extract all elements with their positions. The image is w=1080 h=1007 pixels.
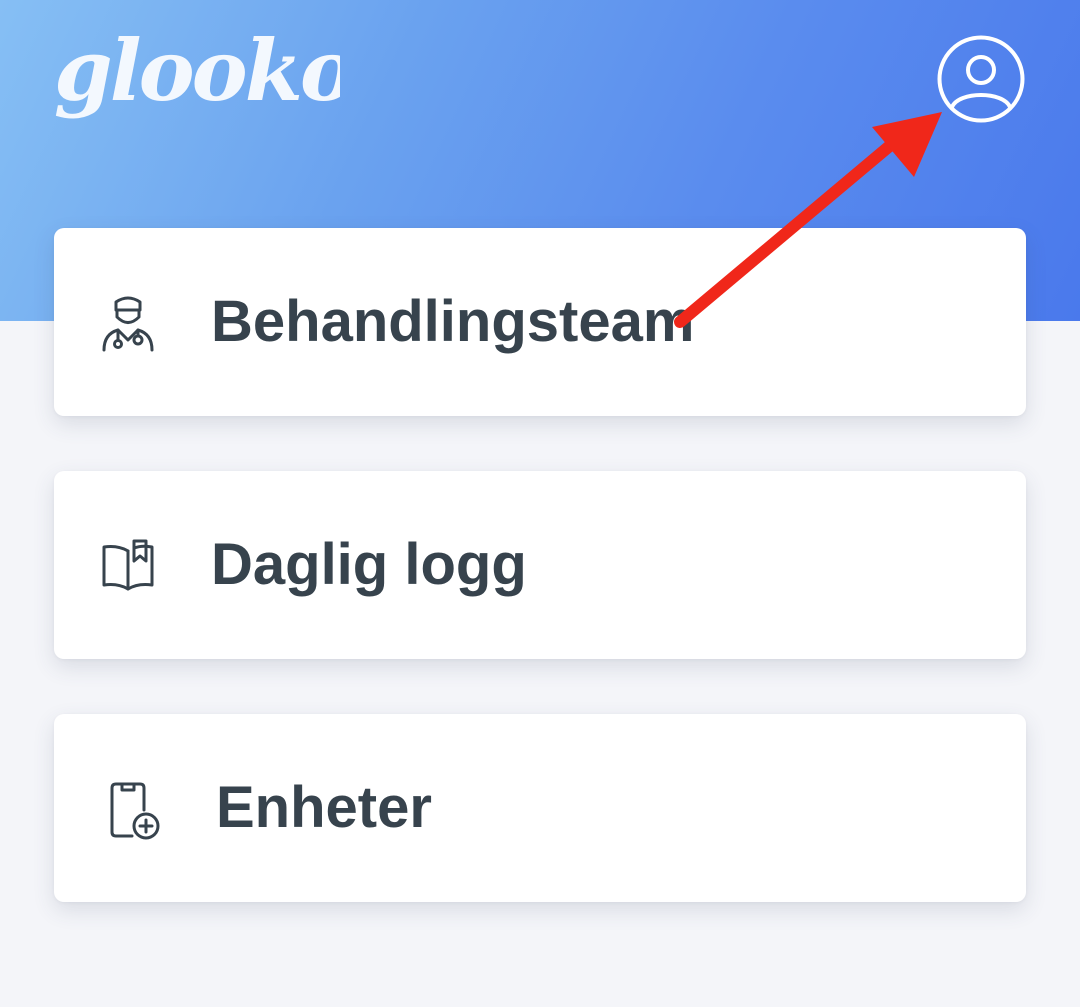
- device-plus-icon: [110, 782, 160, 840]
- menu-item-label: Daglig logg: [211, 532, 527, 597]
- svg-text:glooko: glooko: [54, 21, 340, 120]
- menu-item-enheter[interactable]: Enheter: [54, 714, 1026, 902]
- menu-item-label: Behandlingsteam: [211, 289, 695, 354]
- glooko-logo: glooko: [54, 21, 340, 120]
- open-book-icon: [102, 539, 154, 591]
- menu-item-behandlingsteam[interactable]: Behandlingsteam: [54, 228, 1026, 416]
- profile-button[interactable]: [935, 33, 1027, 125]
- user-circle-icon: [937, 35, 1025, 123]
- doctor-icon: [102, 296, 154, 352]
- menu-item-label: Enheter: [216, 775, 432, 840]
- menu-item-daglig-logg[interactable]: Daglig logg: [54, 471, 1026, 659]
